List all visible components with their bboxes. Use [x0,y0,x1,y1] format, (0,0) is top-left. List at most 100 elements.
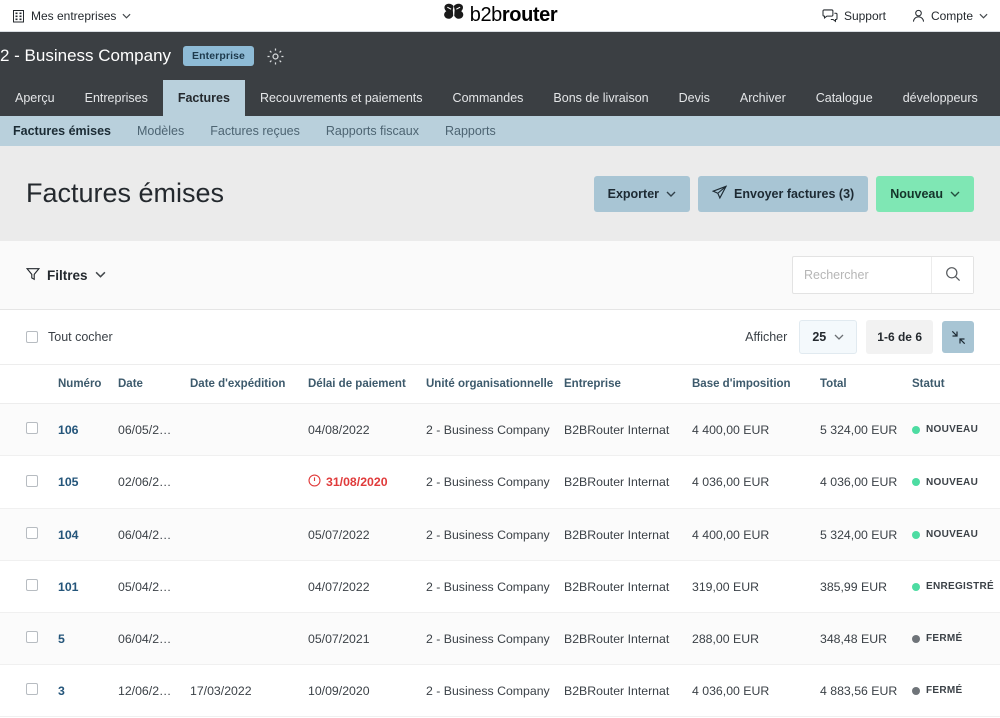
row-select-cell [0,456,52,509]
filters-label: Filtres [47,268,88,283]
column-company[interactable]: Entreprise [558,365,686,404]
column-org-unit[interactable]: Unité organisationnelle [420,365,558,404]
cell-total: 385,99 EUR [814,561,906,613]
table-row[interactable]: 10105/04/202204/07/20222 - Business Comp… [0,561,1000,613]
subnav-item-1[interactable]: Modèles [124,124,197,138]
cell-numero[interactable]: 3 [52,665,112,717]
invoice-number-link[interactable]: 105 [58,475,79,489]
row-checkbox[interactable] [26,422,38,434]
nav-item-0[interactable]: Aperçu [0,80,70,116]
cell-tax-base: 4 400,00 EUR [686,404,814,456]
nav-item-10[interactable]: Erreurs [993,80,1000,116]
column-status[interactable]: Statut [906,365,1000,404]
table-row[interactable]: 10502/06/202031/08/20202 - Business Comp… [0,456,1000,509]
show-label: Afficher [745,330,787,344]
nav-item-label: Commandes [453,91,524,105]
nav-item-label: développeurs [903,91,978,105]
nav-item-6[interactable]: Devis [664,80,725,116]
table-row[interactable]: 10606/05/202204/08/20222 - Business Comp… [0,404,1000,456]
gear-icon[interactable] [266,47,285,66]
invoice-number-link[interactable]: 104 [58,528,79,542]
invoices-table-head: Numéro Date Date d'expédition Délai de p… [0,365,1000,404]
topbar-left: Mes entreprises [12,9,131,23]
b2brouter-logo[interactable]: b2brouter [443,3,558,29]
nav-item-2[interactable]: Factures [163,80,245,116]
nav-item-5[interactable]: Bons de livraison [538,80,663,116]
invoice-number-link[interactable]: 106 [58,423,79,437]
page-size-select[interactable]: 25 [799,320,857,354]
status-badge: NOUVEAU [912,529,978,540]
account-menu[interactable]: Compte [912,9,988,23]
subnav-item-2[interactable]: Factures reçues [197,124,313,138]
search-icon [945,266,961,285]
main-navigation: Aperçu Entreprises FacturesRecouvrements e… [0,80,1000,116]
export-button[interactable]: Exporter [594,176,690,212]
sub-navigation: Factures émisesModèlesFactures reçuesRap… [0,116,1000,146]
nav-item-8[interactable]: Catalogue [801,80,888,116]
row-checkbox[interactable] [26,527,38,539]
column-shipping-date[interactable]: Date d'expédition [184,365,302,404]
column-tax-base[interactable]: Base d'imposition [686,365,814,404]
table-row[interactable]: 506/04/202105/07/20212 - Business Compan… [0,613,1000,665]
subnav-item-3[interactable]: Rapports fiscaux [313,124,432,138]
column-numero[interactable]: Numéro [52,365,112,404]
search-button[interactable] [931,257,973,293]
support-link[interactable]: Support [822,9,886,23]
cell-tax-base: 4 400,00 EUR [686,509,814,561]
table-row[interactable]: 10406/04/202205/07/20222 - Business Comp… [0,509,1000,561]
table-row[interactable]: 312/06/202017/03/202210/09/20202 - Busin… [0,665,1000,717]
nav-item-9[interactable]: développeurs [888,80,993,116]
subnav-item-4[interactable]: Rapports [432,124,509,138]
nav-item-4[interactable]: Commandes [438,80,539,116]
cell-numero[interactable]: 106 [52,404,112,456]
cell-date: 12/06/2020 [112,665,184,717]
invoice-number-link[interactable]: 101 [58,580,79,594]
subnav-item-0[interactable]: Factures émises [0,124,124,138]
row-checkbox[interactable] [26,475,38,487]
cell-numero[interactable]: 101 [52,561,112,613]
account-label: Compte [931,9,973,23]
send-invoices-button[interactable]: Envoyer factures (3) [698,176,868,212]
cell-status: ENREGISTRÉ [906,561,1000,613]
nav-item-label: Entreprises [85,91,148,105]
cell-date: 06/05/2022 [112,404,184,456]
cell-payment-due: 05/07/2022 [302,509,420,561]
search-input[interactable] [793,257,931,293]
company-name: 2 - Business Company [0,46,171,66]
cell-company: B2BRouter Internat [558,665,686,717]
status-dot-icon [912,478,920,486]
my-companies-menu[interactable]: Mes entreprises [12,9,131,23]
row-checkbox[interactable] [26,631,38,643]
invoice-number-link[interactable]: 5 [58,632,65,646]
cell-total: 4 036,00 EUR [814,456,906,509]
nav-item-label: Catalogue [816,91,873,105]
compress-arrows-icon[interactable] [942,321,974,353]
column-total[interactable]: Total [814,365,906,404]
paper-plane-icon [712,185,727,203]
cell-numero[interactable]: 105 [52,456,112,509]
cell-total: 4 883,56 EUR [814,665,906,717]
status-dot-icon [912,426,920,434]
nav-item-3[interactable]: Recouvrements et paiements [245,80,438,116]
row-checkbox[interactable] [26,579,38,591]
cell-shipping-date [184,561,302,613]
cell-company: B2BRouter Internat [558,561,686,613]
nav-item-1[interactable]: Entreprises [70,80,163,116]
cell-numero[interactable]: 104 [52,509,112,561]
check-all-control[interactable]: Tout cocher [26,330,113,344]
column-payment-due[interactable]: Délai de paiement [302,365,420,404]
list-toolbar: Filtres [0,241,1000,310]
status-label: NOUVEAU [926,424,978,435]
nav-item-label: Devis [679,91,710,105]
cell-shipping-date [184,509,302,561]
my-companies-label: Mes entreprises [31,9,116,23]
check-all-checkbox[interactable] [26,331,38,343]
new-button[interactable]: Nouveau [876,176,974,212]
filters-toggle[interactable]: Filtres [26,267,106,284]
support-label: Support [844,9,886,23]
column-date[interactable]: Date [112,365,184,404]
invoice-number-link[interactable]: 3 [58,684,65,698]
row-checkbox[interactable] [26,683,38,695]
nav-item-7[interactable]: Archiver [725,80,801,116]
cell-numero[interactable]: 5 [52,613,112,665]
